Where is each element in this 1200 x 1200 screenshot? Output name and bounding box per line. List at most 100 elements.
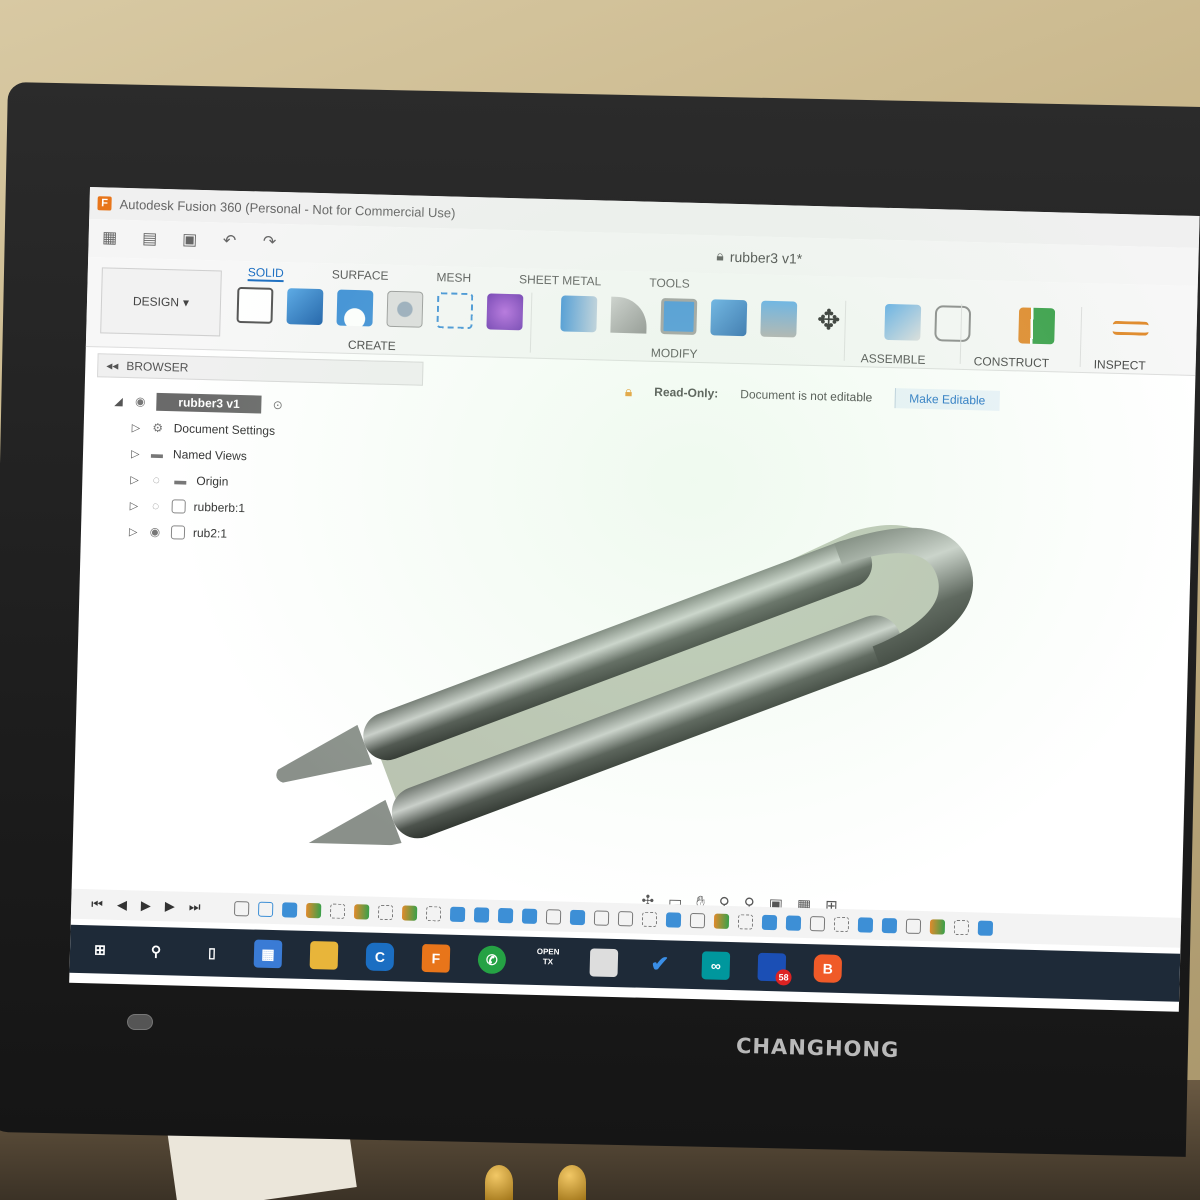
expand-icon[interactable]: ▷ [132,421,142,434]
grid-menu-icon[interactable]: ▦ [100,229,118,247]
extrude-icon[interactable] [286,288,324,326]
tab-tools[interactable]: TOOLS [649,272,690,293]
photos-icon[interactable] [589,948,619,978]
eye-icon[interactable]: ◉ [132,394,148,408]
timeline-feature[interactable] [498,907,514,923]
timeline-feature[interactable] [738,913,754,930]
timeline-feature[interactable] [234,900,250,916]
eye-hidden-icon[interactable]: ◌ [148,473,164,487]
go-to-end-icon[interactable]: ⏭ [189,899,201,915]
whatsapp-icon[interactable]: ✆ [477,945,507,975]
task-view-icon[interactable]: ▯ [198,938,227,967]
construct-plane-icon[interactable] [1018,307,1056,345]
eye-icon[interactable]: ◉ [147,525,163,539]
timeline-feature[interactable] [426,905,442,921]
timeline-feature[interactable] [570,909,586,925]
move-icon[interactable]: ✥ [810,302,847,339]
search-icon[interactable]: ⚲ [142,937,171,966]
workspace-dropdown[interactable]: DESIGN ▾ [100,267,222,337]
todo-icon[interactable]: ✔ [645,950,674,979]
outlook-icon[interactable]: 58 [757,952,792,986]
timeline-feature[interactable] [810,915,826,931]
combine-icon[interactable] [710,299,748,337]
timeline-feature[interactable] [354,903,370,920]
expand-icon[interactable]: ▷ [129,525,139,538]
windows-start-icon[interactable]: ⊞ [86,935,115,964]
create-sketch-icon[interactable] [236,286,274,324]
tab-solid[interactable]: SOLID [247,261,285,283]
brave-icon[interactable]: B [813,954,843,983]
power-button[interactable] [127,1014,153,1030]
timeline-feature[interactable] [378,904,394,920]
timeline-feature[interactable] [954,919,970,935]
timeline-feature[interactable] [474,906,490,923]
hole-icon[interactable] [386,290,424,328]
group-assemble[interactable]: ASSEMBLE [861,351,926,367]
timeline-feature[interactable] [786,914,802,931]
expand-icon[interactable]: ▷ [130,473,140,486]
expand-icon[interactable]: ◢ [114,394,124,407]
save-icon[interactable]: ▣ [180,231,198,249]
undo-icon[interactable]: ↶ [220,232,238,250]
timeline-feature[interactable] [618,910,634,926]
timeline-feature[interactable] [714,913,730,929]
pattern-icon[interactable] [436,292,474,330]
opentx-icon[interactable]: OPEN TX [534,947,563,976]
tab-mesh[interactable]: MESH [436,266,471,287]
timeline-feature[interactable] [450,906,466,922]
timeline-feature[interactable] [546,908,562,925]
group-modify[interactable]: MODIFY [651,346,698,361]
expand-icon[interactable]: ▷ [131,447,141,460]
timeline-feature[interactable] [642,911,658,927]
group-construct[interactable]: CONSTRUCT [974,354,1050,370]
shell-icon[interactable] [660,297,698,335]
tab-sheet-metal[interactable]: SHEET METAL [519,268,602,290]
timeline-feature[interactable] [282,901,298,918]
timeline-feature[interactable] [402,904,418,921]
timeline-feature[interactable] [666,911,682,928]
make-editable-button[interactable]: Make Editable [894,388,1000,411]
fusion-360-icon[interactable]: F [421,943,451,973]
timeline-feature[interactable] [978,920,994,936]
arduino-icon[interactable]: ∞ [701,951,731,981]
timeline-feature[interactable] [306,902,322,918]
activate-radio-icon[interactable]: ⊙ [270,398,286,412]
timeline-feature[interactable] [594,909,610,926]
group-create[interactable]: CREATE [348,338,396,353]
group-inspect[interactable]: INSPECT [1094,357,1146,372]
timeline-feature[interactable] [258,901,274,917]
file-explorer-icon[interactable] [309,941,339,970]
measure-icon[interactable] [1112,320,1149,336]
revolve-icon[interactable] [336,289,374,327]
timeline-feature[interactable] [690,912,706,928]
timeline-feature[interactable] [906,918,922,934]
press-pull-icon[interactable] [560,295,598,333]
eye-hidden-icon[interactable]: ◌ [147,499,163,513]
play-icon[interactable]: ▶ [141,898,151,914]
scale-icon[interactable] [760,300,798,338]
new-component-icon[interactable] [884,303,922,341]
collapse-icon[interactable]: ◂◂ [106,358,118,372]
joint-icon[interactable] [934,305,972,343]
file-icon[interactable]: ▤ [140,230,158,248]
tree-item-label: Named Views [172,447,248,464]
timeline-feature[interactable] [882,917,898,933]
store-icon[interactable]: ▦ [253,939,283,969]
step-back-icon[interactable]: ◀ [117,897,127,913]
3d-model-viewport[interactable] [233,441,1003,861]
timeline-feature[interactable] [858,916,874,933]
fillet-icon[interactable] [610,296,648,334]
form-icon[interactable] [486,293,524,331]
timeline-feature[interactable] [330,903,346,919]
timeline-feature[interactable] [762,914,778,930]
step-forward-icon[interactable]: ▶︎ [165,898,175,914]
go-to-start-icon[interactable]: ⏮ [91,896,103,912]
timeline-feature[interactable] [834,916,850,932]
expand-icon[interactable]: ▷ [130,499,140,512]
redo-icon[interactable]: ↷ [260,233,278,251]
timeline-feature[interactable] [522,908,538,924]
cortana-icon[interactable]: C [365,942,395,972]
tab-surface[interactable]: SURFACE [332,263,389,284]
timeline-feature[interactable] [930,918,946,935]
chevron-down-icon: ▾ [182,295,190,310]
